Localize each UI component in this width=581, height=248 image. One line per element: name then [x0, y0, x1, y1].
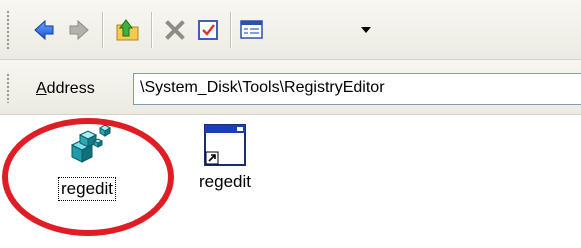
shortcut-window-icon	[204, 124, 246, 166]
toolbar	[0, 0, 581, 60]
toolbar-separator	[151, 12, 152, 48]
file-label[interactable]: regedit	[197, 171, 253, 193]
address-label-text: ddress	[46, 80, 95, 97]
up-folder-button[interactable]	[111, 12, 145, 48]
file-list: regedit regedit	[0, 115, 581, 248]
toolbar-grip[interactable]	[6, 10, 10, 50]
back-button[interactable]	[27, 12, 61, 48]
address-label-accelerator: A	[36, 80, 47, 97]
file-item-regedit-shortcut[interactable]: regedit	[180, 123, 270, 193]
toolbar-separator	[230, 12, 231, 48]
toolbar-separator	[102, 12, 103, 48]
properties-check-icon	[198, 20, 218, 40]
forward-button[interactable]	[62, 12, 96, 48]
registry-cubes-icon	[70, 124, 111, 163]
file-label[interactable]: regedit	[58, 177, 116, 201]
address-bar-grip[interactable]	[6, 73, 10, 103]
views-button[interactable]	[236, 12, 268, 48]
back-arrow-icon	[34, 19, 54, 41]
forward-arrow-icon	[69, 19, 89, 41]
address-label: Address	[36, 80, 95, 98]
delete-button[interactable]	[158, 12, 192, 48]
up-folder-icon	[116, 19, 139, 41]
delete-x-icon	[165, 20, 185, 40]
address-input[interactable]: \System_Disk\Tools\RegistryEditor	[133, 73, 581, 105]
properties-button[interactable]	[191, 12, 225, 48]
views-icon	[240, 20, 263, 39]
views-dropdown-arrow-icon[interactable]	[361, 27, 371, 33]
address-bar: Address \System_Disk\Tools\RegistryEdito…	[0, 60, 581, 115]
file-item-regedit[interactable]: regedit	[32, 121, 142, 201]
